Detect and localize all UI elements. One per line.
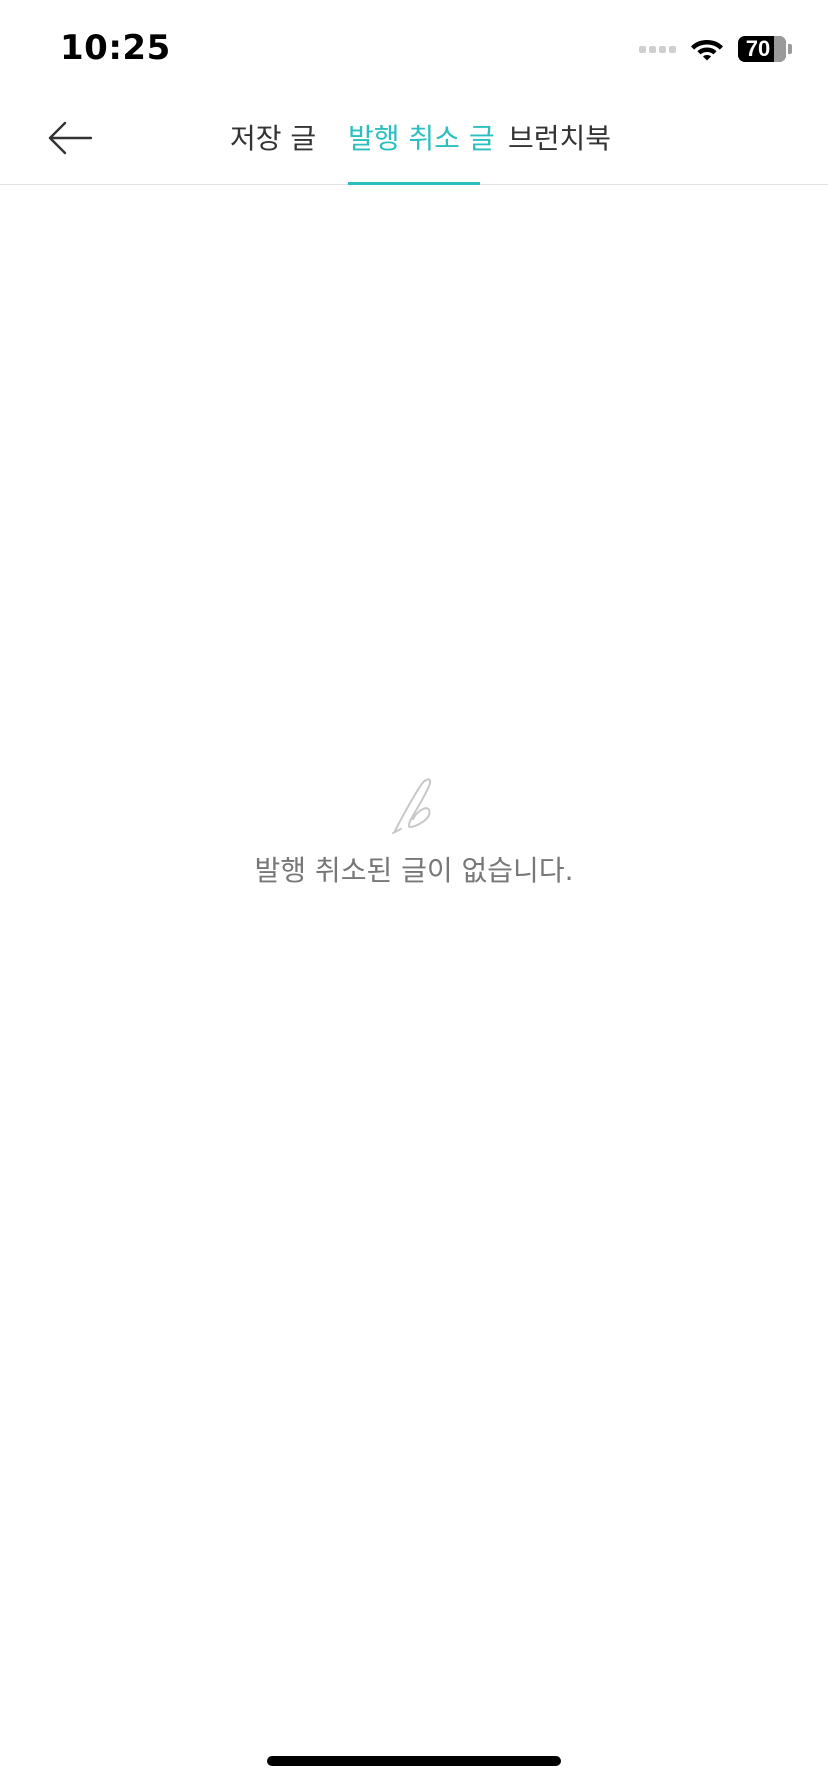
arrow-left-icon [48,121,93,155]
battery-icon: 70 [738,36,786,62]
status-time: 10:25 [60,28,171,68]
tab-unpublished-posts[interactable]: 발행 취소 글 [348,96,495,185]
nav-bar: 저장 글 발행 취소 글 브런치북 [0,96,828,185]
wifi-icon [690,36,724,62]
tab-saved-posts[interactable]: 저장 글 [230,96,316,184]
status-icons: 70 [639,34,792,64]
empty-message: 발행 취소된 글이 없습니다. [254,854,574,887]
home-indicator[interactable] [267,1756,561,1766]
back-button[interactable] [40,114,100,162]
signal-icon [639,45,676,53]
empty-state: 발행 취소된 글이 없습니다. [0,775,828,889]
brunch-logo-icon [392,778,432,834]
status-bar: 10:25 70 [0,0,828,96]
battery-percent: 70 [745,36,771,61]
tab-bar: 저장 글 발행 취소 글 브런치북 [0,96,828,185]
tab-brunchbook[interactable]: 브런치북 [508,96,611,184]
battery-tip [788,44,792,54]
